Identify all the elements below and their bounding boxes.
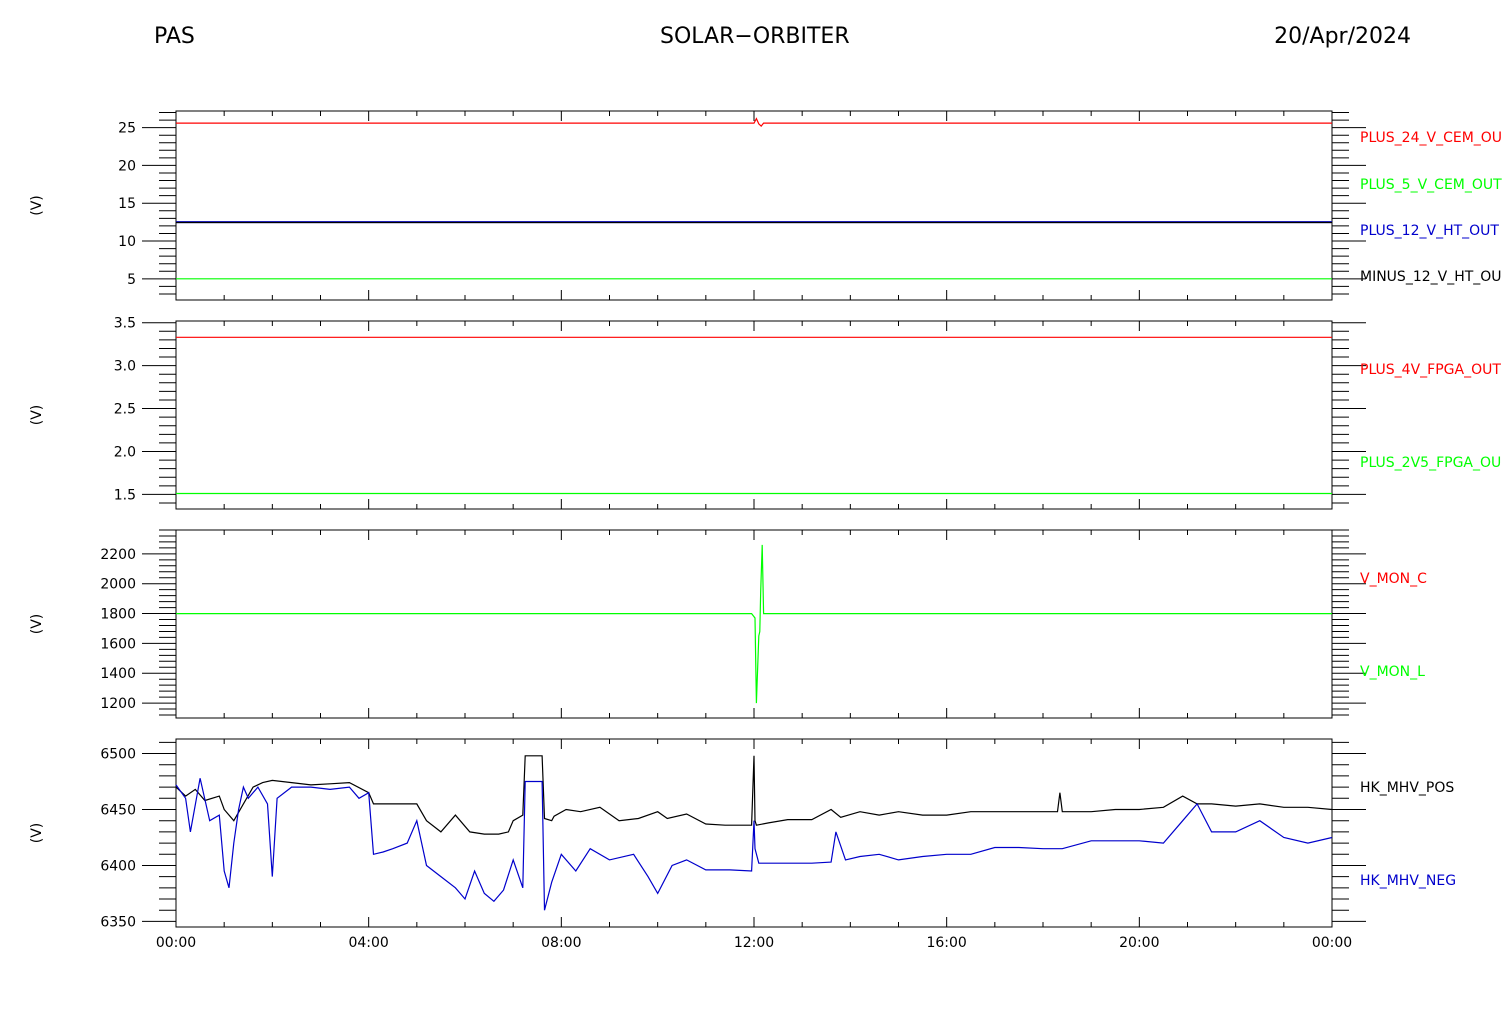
y-tick-label: 6450: [100, 803, 136, 819]
x-tick-label: 04:00: [348, 935, 388, 951]
y-axis-label: (V): [29, 405, 45, 426]
x-tick-label: 00:00: [1312, 935, 1352, 951]
legend-label-hk-mhv-pos: HK_MHV_POS: [1360, 780, 1454, 796]
y-tick-label: 10: [118, 234, 136, 250]
y-tick-label: 3.5: [114, 316, 136, 332]
legend-label-plus-4v-fpga-out: PLUS_4V_FPGA_OUT: [1360, 362, 1501, 378]
series-line-hk-mhv-neg: [175, 778, 1333, 911]
y-axis-label: (V): [29, 823, 45, 844]
x-tick-label: 00:00: [156, 935, 196, 951]
legend-label-v-mon-c: V_MON_C: [1360, 571, 1427, 587]
y-tick-label: 1200: [100, 696, 136, 712]
series-line-v-mon-l: [176, 544, 1332, 704]
y-tick-label: 6350: [100, 914, 136, 930]
y-tick-label: 25: [118, 121, 136, 137]
y-tick-label: 2000: [100, 577, 136, 593]
legend-label-hk-mhv-neg: HK_MHV_NEG: [1360, 873, 1456, 889]
panel-1-frame: [175, 110, 1333, 301]
panel-2-frame: [175, 320, 1333, 510]
x-tick-label: 20:00: [1119, 935, 1159, 951]
y-tick-label: 2.5: [114, 402, 136, 418]
y-tick-label: 3.0: [114, 359, 136, 375]
y-tick-label: 1600: [100, 636, 136, 652]
y-tick-label: 20: [118, 158, 136, 174]
y-tick-label: 1400: [100, 666, 136, 682]
legend-label-plus-24-v-cem-ou: PLUS_24_V_CEM_OU: [1360, 130, 1502, 146]
x-tick-label: 12:00: [734, 935, 774, 951]
y-axis-label: (V): [29, 195, 45, 216]
legend-label-plus-5-v-cem-out: PLUS_5_V_CEM_OUT: [1360, 177, 1502, 193]
y-tick-label: 1800: [100, 607, 136, 623]
y-tick-label: 15: [118, 196, 136, 212]
housekeeping-chart: 5 10 15 20 25 (V) PLUS_24_V_CEM_OU PLUS_5_V_CEM…: [29, 110, 1502, 951]
y-tick-label: 2200: [100, 547, 136, 563]
legend-label-plus-12-v-ht-out: PLUS_12_V_HT_OUT: [1360, 223, 1499, 239]
panel-3-frame: [175, 529, 1333, 719]
y-tick-label: 6400: [100, 858, 136, 874]
y-tick-label: 2.0: [114, 444, 136, 460]
y-tick-label: 6500: [100, 747, 136, 763]
legend-label-plus-2v5-fpga-ou: PLUS_2V5_FPGA_OU: [1360, 455, 1501, 471]
legend-label-v-mon-l: V_MON_L: [1360, 664, 1425, 680]
y-tick-label: 5: [127, 272, 136, 288]
x-tick-label: 16:00: [926, 935, 966, 951]
legend-label-minus-12-v-ht-ou: MINUS_12_V_HT_OU: [1360, 269, 1502, 285]
y-tick-label: 1.5: [114, 487, 136, 503]
x-tick-label: 08:00: [541, 935, 581, 951]
y-axis-label: (V): [29, 614, 45, 635]
